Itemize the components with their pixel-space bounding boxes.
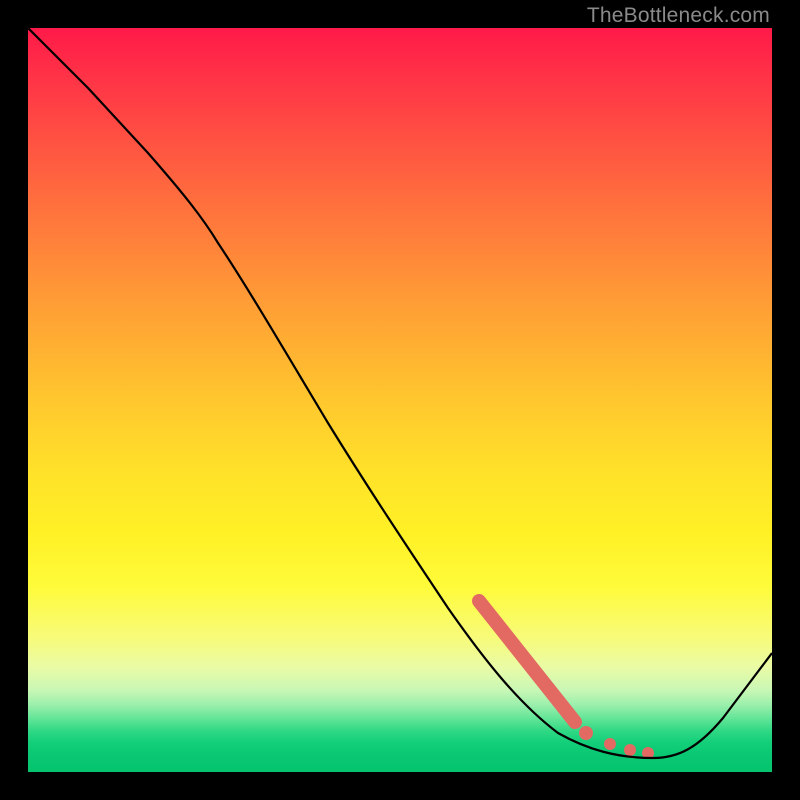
chart-svg bbox=[28, 28, 772, 772]
highlight-dot bbox=[579, 726, 593, 740]
highlight-dot bbox=[624, 744, 636, 756]
highlight-segment bbox=[479, 601, 575, 722]
plot-area bbox=[28, 28, 772, 772]
highlight-dot bbox=[604, 738, 616, 750]
bottleneck-curve bbox=[28, 28, 772, 758]
watermark-text: TheBottleneck.com bbox=[587, 4, 770, 28]
